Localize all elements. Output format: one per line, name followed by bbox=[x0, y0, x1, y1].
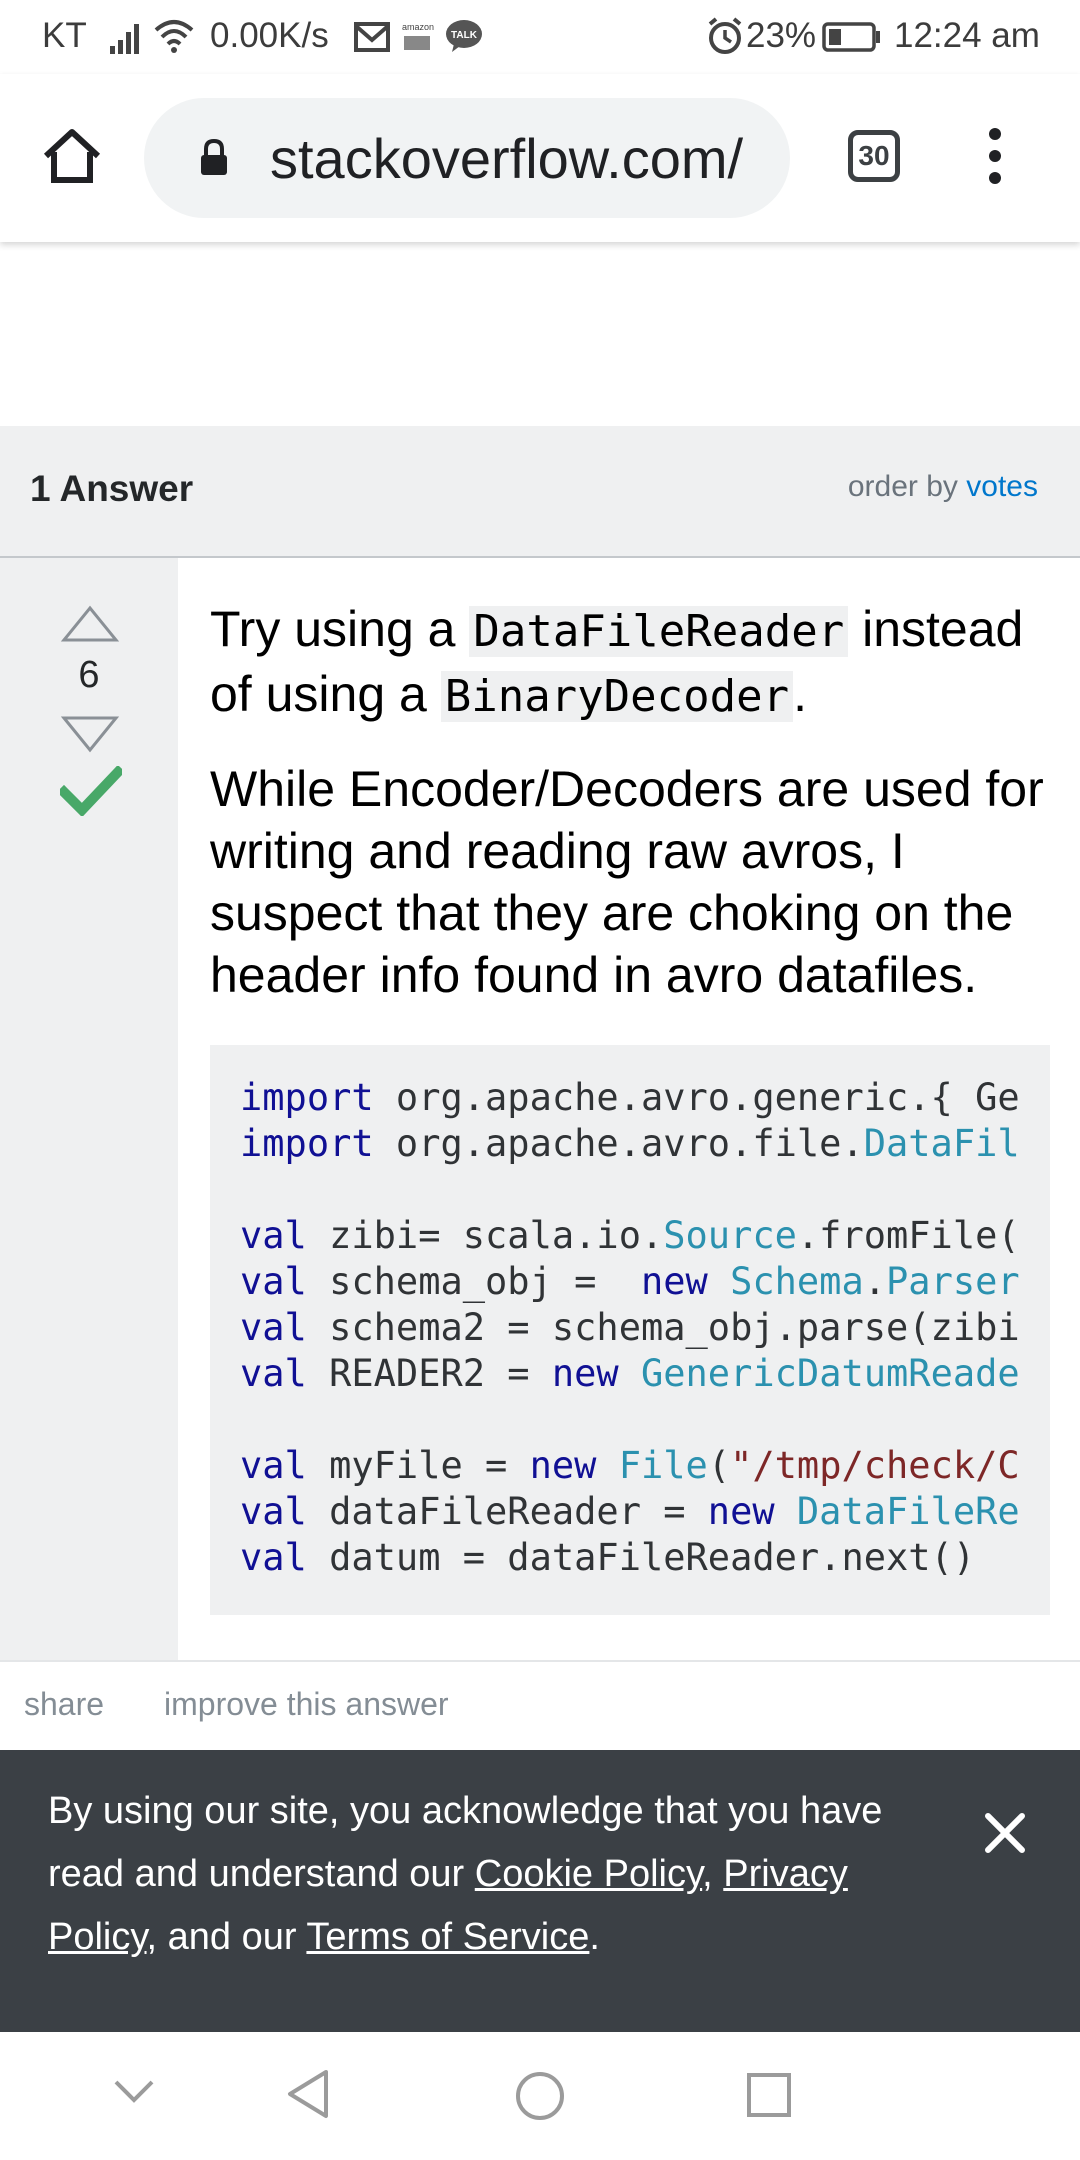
inline-code: BinaryDecoder bbox=[440, 671, 794, 722]
status-bar: KT 0.00K/s amazon TALK 23% 12:24 am bbox=[0, 0, 1080, 74]
answer-body: Try using a DataFileReader instead of us… bbox=[210, 598, 1050, 1036]
answers-header: 1 Answer order by votes bbox=[0, 426, 1080, 558]
browser-toolbar: stackoverflow.com/ 30 bbox=[0, 74, 1080, 242]
tab-switcher-button[interactable]: 30 bbox=[848, 130, 900, 182]
vote-column: 6 bbox=[0, 558, 178, 1660]
url-text: stackoverflow.com/ bbox=[270, 127, 744, 190]
answer-text: . bbox=[793, 666, 807, 722]
lock-icon bbox=[201, 138, 227, 175]
alarm-icon bbox=[708, 17, 742, 54]
terms-of-service-link[interactable]: Terms of Service bbox=[306, 1916, 589, 1958]
cookie-text: . bbox=[589, 1916, 600, 1958]
code-block[interactable]: import org.apache.avro.generic.{ Ge impo… bbox=[210, 1045, 1050, 1615]
battery-percent: 23% bbox=[746, 16, 817, 55]
cookie-policy-link[interactable]: Cookie Policy bbox=[475, 1853, 702, 1895]
system-nav-bar bbox=[0, 2032, 1080, 2160]
cookie-message: By using our site, you acknowledge that … bbox=[48, 1780, 928, 1969]
cookie-banner: By using our site, you acknowledge that … bbox=[0, 1750, 1080, 2032]
answer-paragraph-1: Try using a DataFileReader instead of us… bbox=[210, 598, 1050, 728]
upvote-icon[interactable] bbox=[60, 604, 120, 644]
amazon-icon: amazon bbox=[402, 22, 434, 50]
post-menu: share improve this answer bbox=[0, 1668, 1080, 1748]
cookie-text: , and our bbox=[146, 1916, 307, 1958]
downvote-icon[interactable] bbox=[60, 714, 120, 754]
svg-text:TALK: TALK bbox=[451, 30, 478, 41]
answer-text: Try using a bbox=[210, 601, 470, 657]
divider bbox=[0, 1660, 1080, 1662]
wifi-icon bbox=[154, 20, 194, 53]
order-by-votes-link[interactable]: votes bbox=[966, 470, 1038, 503]
improve-answer-link[interactable]: improve this answer bbox=[164, 1686, 449, 1723]
url-bar[interactable]: stackoverflow.com/ bbox=[144, 98, 790, 218]
close-icon[interactable] bbox=[980, 1808, 1030, 1858]
code-content: import org.apache.avro.generic.{ Ge impo… bbox=[240, 1076, 1020, 1579]
chevron-down-icon[interactable] bbox=[112, 2076, 156, 2106]
home-circle-icon[interactable] bbox=[514, 2070, 566, 2122]
inline-code: DataFileReader bbox=[469, 606, 849, 657]
accepted-check-icon bbox=[60, 766, 122, 816]
carrier-label: KT bbox=[42, 16, 87, 55]
svg-text:amazon: amazon bbox=[402, 22, 434, 32]
back-icon[interactable] bbox=[284, 2068, 332, 2120]
order-by-label: order by bbox=[847, 470, 958, 503]
cookie-text: , bbox=[702, 1853, 724, 1895]
battery-icon bbox=[822, 22, 880, 52]
recent-apps-icon[interactable] bbox=[746, 2072, 792, 2118]
order-by: order by votes bbox=[848, 470, 1038, 504]
talk-icon: TALK bbox=[446, 20, 482, 52]
network-speed: 0.00K/s bbox=[210, 16, 329, 55]
overflow-menu-icon[interactable] bbox=[980, 126, 1010, 186]
signal-icon bbox=[110, 24, 139, 54]
share-link[interactable]: share bbox=[24, 1686, 104, 1723]
home-icon[interactable] bbox=[40, 124, 104, 188]
vote-count: 6 bbox=[78, 654, 100, 696]
answer-paragraph-2: While Encoder/Decoders are used for writ… bbox=[210, 761, 1044, 1003]
gmail-icon bbox=[354, 22, 390, 52]
clock: 12:24 am bbox=[894, 16, 1040, 55]
answers-count-title: 1 Answer bbox=[30, 468, 194, 509]
